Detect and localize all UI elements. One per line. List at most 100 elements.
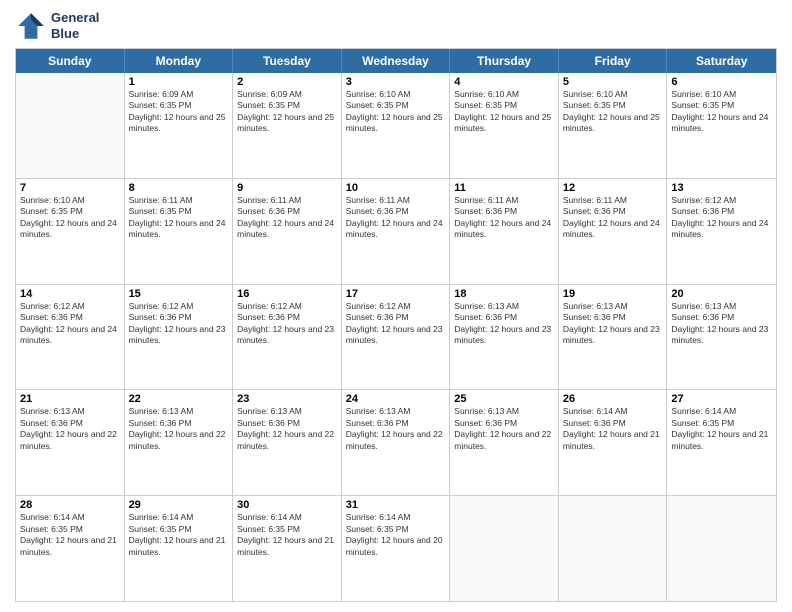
cal-cell-5: 5Sunrise: 6:10 AMSunset: 6:35 PMDaylight… [559, 73, 668, 178]
cal-cell-empty-4-6 [667, 496, 776, 601]
week-row-0: 1Sunrise: 6:09 AMSunset: 6:35 PMDaylight… [16, 73, 776, 179]
cell-info: Sunrise: 6:14 AMSunset: 6:35 PMDaylight:… [237, 512, 337, 558]
calendar-header: SundayMondayTuesdayWednesdayThursdayFrid… [16, 49, 776, 73]
cell-info: Sunrise: 6:09 AMSunset: 6:35 PMDaylight:… [129, 89, 229, 135]
cal-cell-17: 17Sunrise: 6:12 AMSunset: 6:36 PMDayligh… [342, 285, 451, 390]
cal-cell-18: 18Sunrise: 6:13 AMSunset: 6:36 PMDayligh… [450, 285, 559, 390]
cal-cell-empty-4-4 [450, 496, 559, 601]
cal-cell-23: 23Sunrise: 6:13 AMSunset: 6:36 PMDayligh… [233, 390, 342, 495]
week-row-3: 21Sunrise: 6:13 AMSunset: 6:36 PMDayligh… [16, 390, 776, 496]
day-number: 25 [454, 393, 554, 405]
cal-cell-22: 22Sunrise: 6:13 AMSunset: 6:36 PMDayligh… [125, 390, 234, 495]
header-cell-friday: Friday [559, 49, 668, 73]
cal-cell-31: 31Sunrise: 6:14 AMSunset: 6:35 PMDayligh… [342, 496, 451, 601]
header-cell-sunday: Sunday [16, 49, 125, 73]
cal-cell-14: 14Sunrise: 6:12 AMSunset: 6:36 PMDayligh… [16, 285, 125, 390]
cal-cell-7: 7Sunrise: 6:10 AMSunset: 6:35 PMDaylight… [16, 179, 125, 284]
cal-cell-10: 10Sunrise: 6:11 AMSunset: 6:36 PMDayligh… [342, 179, 451, 284]
cal-cell-empty-4-5 [559, 496, 668, 601]
cell-info: Sunrise: 6:13 AMSunset: 6:36 PMDaylight:… [20, 406, 120, 452]
day-number: 9 [237, 182, 337, 194]
day-number: 14 [20, 288, 120, 300]
header-cell-saturday: Saturday [667, 49, 776, 73]
cell-info: Sunrise: 6:13 AMSunset: 6:36 PMDaylight:… [346, 406, 446, 452]
cell-info: Sunrise: 6:13 AMSunset: 6:36 PMDaylight:… [129, 406, 229, 452]
day-number: 3 [346, 76, 446, 88]
calendar-body: 1Sunrise: 6:09 AMSunset: 6:35 PMDaylight… [16, 73, 776, 601]
day-number: 11 [454, 182, 554, 194]
cell-info: Sunrise: 6:10 AMSunset: 6:35 PMDaylight:… [454, 89, 554, 135]
cell-info: Sunrise: 6:13 AMSunset: 6:36 PMDaylight:… [237, 406, 337, 452]
day-number: 4 [454, 76, 554, 88]
cal-cell-4: 4Sunrise: 6:10 AMSunset: 6:35 PMDaylight… [450, 73, 559, 178]
cell-info: Sunrise: 6:12 AMSunset: 6:36 PMDaylight:… [20, 301, 120, 347]
header-cell-tuesday: Tuesday [233, 49, 342, 73]
cal-cell-11: 11Sunrise: 6:11 AMSunset: 6:36 PMDayligh… [450, 179, 559, 284]
cell-info: Sunrise: 6:10 AMSunset: 6:35 PMDaylight:… [20, 195, 120, 241]
day-number: 1 [129, 76, 229, 88]
cell-info: Sunrise: 6:11 AMSunset: 6:36 PMDaylight:… [563, 195, 663, 241]
logo-icon [15, 10, 47, 42]
cal-cell-25: 25Sunrise: 6:13 AMSunset: 6:36 PMDayligh… [450, 390, 559, 495]
cal-cell-19: 19Sunrise: 6:13 AMSunset: 6:36 PMDayligh… [559, 285, 668, 390]
day-number: 8 [129, 182, 229, 194]
day-number: 2 [237, 76, 337, 88]
cal-cell-29: 29Sunrise: 6:14 AMSunset: 6:35 PMDayligh… [125, 496, 234, 601]
week-row-2: 14Sunrise: 6:12 AMSunset: 6:36 PMDayligh… [16, 285, 776, 391]
cell-info: Sunrise: 6:11 AMSunset: 6:36 PMDaylight:… [237, 195, 337, 241]
day-number: 22 [129, 393, 229, 405]
day-number: 17 [346, 288, 446, 300]
day-number: 30 [237, 499, 337, 511]
cal-cell-28: 28Sunrise: 6:14 AMSunset: 6:35 PMDayligh… [16, 496, 125, 601]
day-number: 24 [346, 393, 446, 405]
week-row-4: 28Sunrise: 6:14 AMSunset: 6:35 PMDayligh… [16, 496, 776, 601]
cell-info: Sunrise: 6:09 AMSunset: 6:35 PMDaylight:… [237, 89, 337, 135]
cell-info: Sunrise: 6:12 AMSunset: 6:36 PMDaylight:… [346, 301, 446, 347]
header: General Blue [15, 10, 777, 42]
day-number: 27 [671, 393, 772, 405]
cell-info: Sunrise: 6:13 AMSunset: 6:36 PMDaylight:… [454, 301, 554, 347]
day-number: 26 [563, 393, 663, 405]
cell-info: Sunrise: 6:14 AMSunset: 6:35 PMDaylight:… [20, 512, 120, 558]
cal-cell-3: 3Sunrise: 6:10 AMSunset: 6:35 PMDaylight… [342, 73, 451, 178]
cal-cell-16: 16Sunrise: 6:12 AMSunset: 6:36 PMDayligh… [233, 285, 342, 390]
day-number: 13 [671, 182, 772, 194]
cell-info: Sunrise: 6:10 AMSunset: 6:35 PMDaylight:… [346, 89, 446, 135]
cell-info: Sunrise: 6:13 AMSunset: 6:36 PMDaylight:… [671, 301, 772, 347]
cal-cell-27: 27Sunrise: 6:14 AMSunset: 6:35 PMDayligh… [667, 390, 776, 495]
week-row-1: 7Sunrise: 6:10 AMSunset: 6:35 PMDaylight… [16, 179, 776, 285]
day-number: 16 [237, 288, 337, 300]
day-number: 12 [563, 182, 663, 194]
day-number: 6 [671, 76, 772, 88]
cell-info: Sunrise: 6:12 AMSunset: 6:36 PMDaylight:… [129, 301, 229, 347]
cell-info: Sunrise: 6:12 AMSunset: 6:36 PMDaylight:… [237, 301, 337, 347]
day-number: 28 [20, 499, 120, 511]
cal-cell-2: 2Sunrise: 6:09 AMSunset: 6:35 PMDaylight… [233, 73, 342, 178]
day-number: 7 [20, 182, 120, 194]
cell-info: Sunrise: 6:14 AMSunset: 6:35 PMDaylight:… [129, 512, 229, 558]
cal-cell-21: 21Sunrise: 6:13 AMSunset: 6:36 PMDayligh… [16, 390, 125, 495]
day-number: 19 [563, 288, 663, 300]
cell-info: Sunrise: 6:13 AMSunset: 6:36 PMDaylight:… [563, 301, 663, 347]
logo: General Blue [15, 10, 99, 42]
day-number: 21 [20, 393, 120, 405]
cal-cell-24: 24Sunrise: 6:13 AMSunset: 6:36 PMDayligh… [342, 390, 451, 495]
cell-info: Sunrise: 6:14 AMSunset: 6:35 PMDaylight:… [671, 406, 772, 452]
cell-info: Sunrise: 6:13 AMSunset: 6:36 PMDaylight:… [454, 406, 554, 452]
cal-cell-30: 30Sunrise: 6:14 AMSunset: 6:35 PMDayligh… [233, 496, 342, 601]
logo-text: General Blue [51, 10, 99, 41]
header-cell-wednesday: Wednesday [342, 49, 451, 73]
cell-info: Sunrise: 6:14 AMSunset: 6:36 PMDaylight:… [563, 406, 663, 452]
page: General Blue SundayMondayTuesdayWednesda… [0, 0, 792, 612]
day-number: 31 [346, 499, 446, 511]
cell-info: Sunrise: 6:11 AMSunset: 6:36 PMDaylight:… [346, 195, 446, 241]
cal-cell-12: 12Sunrise: 6:11 AMSunset: 6:36 PMDayligh… [559, 179, 668, 284]
day-number: 20 [671, 288, 772, 300]
cal-cell-8: 8Sunrise: 6:11 AMSunset: 6:35 PMDaylight… [125, 179, 234, 284]
cell-info: Sunrise: 6:11 AMSunset: 6:35 PMDaylight:… [129, 195, 229, 241]
cal-cell-1: 1Sunrise: 6:09 AMSunset: 6:35 PMDaylight… [125, 73, 234, 178]
day-number: 18 [454, 288, 554, 300]
cell-info: Sunrise: 6:10 AMSunset: 6:35 PMDaylight:… [563, 89, 663, 135]
day-number: 29 [129, 499, 229, 511]
cell-info: Sunrise: 6:12 AMSunset: 6:36 PMDaylight:… [671, 195, 772, 241]
